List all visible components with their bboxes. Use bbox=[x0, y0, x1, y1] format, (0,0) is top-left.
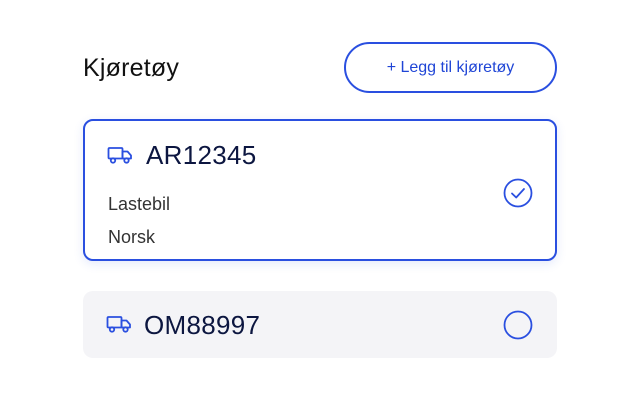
vehicle-plate: OM88997 bbox=[144, 310, 261, 340]
vehicle-plate: AR12345 bbox=[146, 140, 257, 170]
add-vehicle-button[interactable]: + Legg til kjøretøy bbox=[344, 42, 557, 93]
checkmark-circle-icon[interactable] bbox=[503, 178, 533, 208]
vehicle-card[interactable]: OM88997 bbox=[83, 291, 557, 358]
truck-icon bbox=[106, 316, 131, 333]
vehicle-card-selected[interactable]: AR12345 Lastebil Norsk bbox=[83, 119, 557, 261]
vehicle-type: Lastebil bbox=[108, 194, 171, 214]
section-title: Kjøretøy bbox=[83, 54, 180, 82]
vehicle-origin: Norsk bbox=[108, 227, 156, 247]
radio-unselected-icon[interactable] bbox=[503, 310, 533, 340]
truck-icon bbox=[107, 147, 132, 164]
vehicle-selection-page: Kjøretøy + Legg til kjøretøy AR12345 Las… bbox=[0, 0, 639, 414]
